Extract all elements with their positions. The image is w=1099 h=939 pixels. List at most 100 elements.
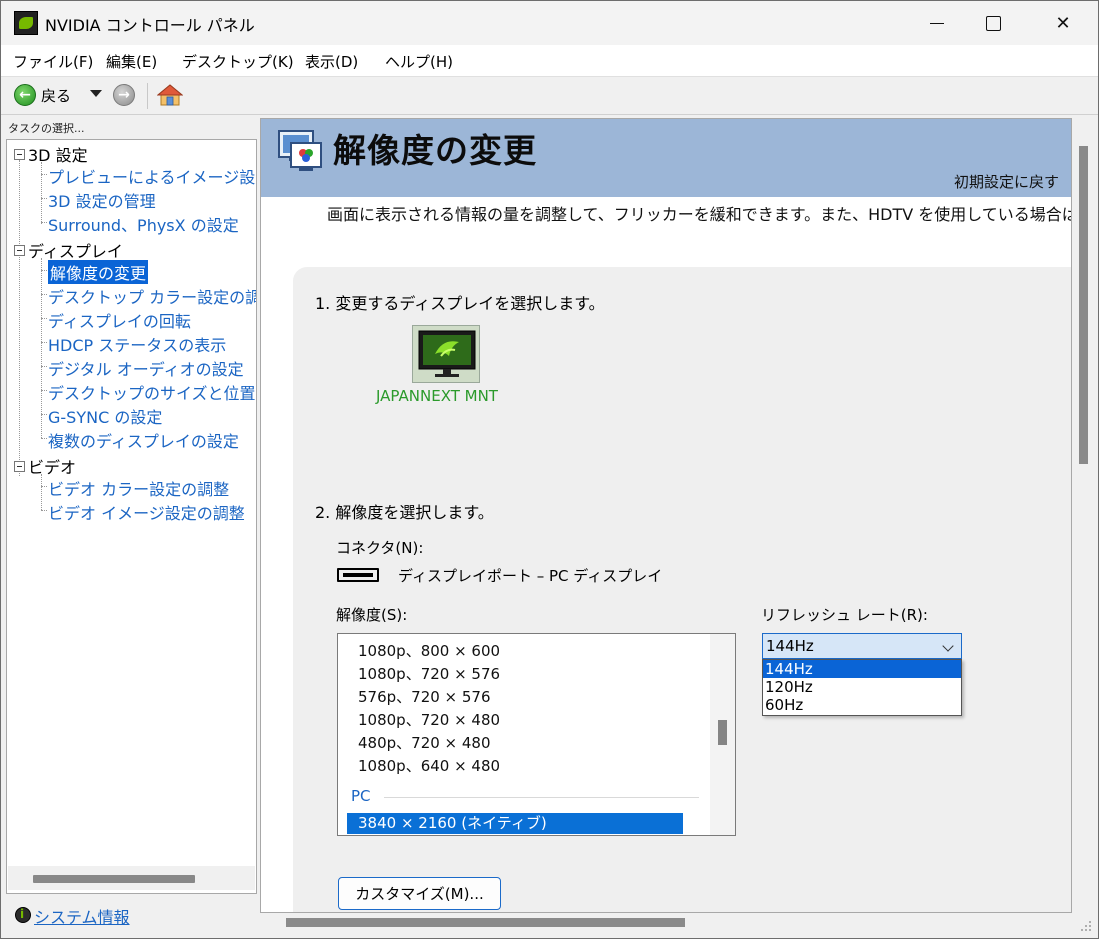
resolution-listbox[interactable]: 1080p、800 × 600 1080p、720 × 576 576p、720… (337, 633, 736, 836)
display-settings-icon (278, 130, 322, 171)
tree-category-3d-settings[interactable]: 3D 設定 (14, 142, 88, 166)
tree-connector (41, 270, 47, 271)
tree-connector (41, 294, 47, 295)
resolution-option[interactable]: 1080p、640 × 480 (358, 755, 500, 776)
back-arrow-icon[interactable]: ← (14, 84, 36, 106)
tree-item-rotate-display[interactable]: ディスプレイの回転 (48, 308, 191, 332)
tree-item-desktop-color[interactable]: デスクトップ カラー設定の調整 (48, 284, 256, 308)
tree-category-label: ディスプレイ (28, 242, 123, 261)
scrollbar-thumb[interactable] (718, 720, 727, 745)
collapse-icon[interactable] (14, 461, 25, 472)
close-button[interactable]: ✕ (1039, 1, 1087, 45)
tree-category-label: 3D 設定 (28, 146, 88, 165)
tree-item-video-image[interactable]: ビデオ イメージ設定の調整 (48, 500, 245, 524)
tree-category-label: ビデオ (28, 458, 77, 477)
customize-button[interactable]: カスタマイズ(M)... (338, 877, 501, 910)
tree-connector (41, 198, 47, 199)
tree-item-digital-audio[interactable]: デジタル オーディオの設定 (48, 356, 244, 380)
tree-connector (41, 174, 47, 175)
step1-heading: 1. 変更するディスプレイを選択します。 (315, 294, 605, 313)
resolution-list-scrollbar[interactable] (710, 634, 735, 835)
tree-item-desktop-size[interactable]: デスクトップのサイズと位置の調 (48, 380, 256, 404)
connector-value: ディスプレイポート – PC ディスプレイ (398, 567, 663, 585)
nvidia-logo-icon (14, 11, 38, 35)
chevron-down-icon (942, 640, 954, 652)
scrollbar-thumb[interactable] (1079, 146, 1088, 464)
system-info-link[interactable]: システム情報 (34, 904, 130, 928)
forward-arrow-icon[interactable]: → (113, 84, 135, 106)
refresh-option-144[interactable]: 144Hz (763, 660, 961, 678)
display-tile[interactable] (412, 325, 480, 383)
collapse-icon[interactable] (14, 149, 25, 160)
page-header: 解像度の変更 初期設定に戻す (261, 119, 1071, 197)
tree-connector (41, 474, 42, 510)
task-select-caption: タスクの選択... (8, 122, 85, 135)
group-divider (384, 797, 699, 798)
refresh-option-60[interactable]: 60Hz (763, 696, 961, 714)
resolution-option[interactable]: 576p、720 × 576 (358, 686, 491, 707)
refresh-rate-dropdown-list: 144Hz 120Hz 60Hz (762, 659, 962, 716)
tree-item-gsync[interactable]: G-SYNC の設定 (48, 404, 162, 428)
tree-item-manage-3d[interactable]: 3D 設定の管理 (48, 188, 156, 212)
scrollbar-thumb[interactable] (286, 918, 685, 927)
content-horizontal-scrollbar[interactable] (260, 913, 1073, 935)
collapse-icon[interactable] (14, 245, 25, 256)
tree-item-image-preview[interactable]: プレビューによるイメージ設定の (48, 164, 256, 188)
display-name-label[interactable]: JAPANNEXT MNT (376, 387, 498, 405)
minimize-button[interactable] (913, 1, 961, 45)
tree-connector (41, 162, 42, 224)
menu-file[interactable]: ファイル(F) (13, 51, 93, 72)
tree-item-hdcp-status[interactable]: HDCP ステータスの表示 (48, 332, 226, 356)
restore-defaults-link[interactable]: 初期設定に戻す (954, 171, 1059, 192)
system-info-icon[interactable] (15, 907, 31, 923)
tree-connector (41, 510, 47, 511)
resolution-group-pc: PC (351, 787, 371, 805)
tree-connector (41, 258, 42, 438)
home-icon[interactable] (157, 83, 183, 107)
task-tree-horizontal-scrollbar[interactable] (8, 866, 255, 890)
tree-connector (41, 342, 47, 343)
maximize-button[interactable] (969, 1, 1017, 45)
step2-heading: 2. 解像度を選択します。 (315, 503, 494, 522)
back-button-label[interactable]: 戻る (41, 85, 71, 106)
resolution-option-selected[interactable]: 3840 × 2160 (ネイティブ) (347, 813, 683, 834)
refresh-option-120[interactable]: 120Hz (763, 678, 961, 696)
resolution-option[interactable]: 1080p、800 × 600 (358, 640, 500, 661)
menu-edit[interactable]: 編集(E) (106, 51, 157, 72)
tree-category-video[interactable]: ビデオ (14, 454, 76, 478)
resize-grip-icon[interactable] (1079, 919, 1093, 933)
menu-desktop[interactable]: デスクトップ(K) (182, 51, 294, 72)
tree-item-multiple-displays[interactable]: 複数のディスプレイの設定 (48, 428, 239, 452)
tree-connector (19, 160, 20, 476)
menu-help[interactable]: ヘルプ(H) (385, 51, 453, 72)
resolution-option[interactable]: 1080p、720 × 576 (358, 663, 500, 684)
menu-bar: ファイル(F) 編集(E) デスクトップ(K) 表示(D) ヘルプ(H) (1, 45, 1098, 77)
page-description: 画面に表示される情報の量を調整して、フリッカーを緩和できます。また、HDTV を… (327, 205, 1072, 224)
tree-connector (41, 318, 47, 319)
content-pane: 解像度の変更 初期設定に戻す 画面に表示される情報の量を調整して、フリッカーを緩… (260, 118, 1072, 913)
resolution-option[interactable]: 480p、720 × 480 (358, 732, 491, 753)
nvidia-control-panel-window: NVIDIA コントロール パネル ✕ ファイル(F) 編集(E) デスクトップ… (0, 0, 1099, 939)
scrollbar-thumb[interactable] (33, 875, 195, 883)
page-title: 解像度の変更 (333, 131, 537, 170)
refresh-rate-label: リフレッシュ レート(R): (761, 606, 928, 624)
tree-connector (41, 414, 47, 415)
resolution-label: 解像度(S): (336, 606, 408, 624)
back-history-dropdown-icon[interactable] (90, 90, 102, 97)
connector-label: コネクタ(N): (336, 539, 424, 557)
tree-connector (41, 486, 47, 487)
tree-connector (41, 366, 47, 367)
tree-connector (41, 222, 47, 223)
content-vertical-scrollbar[interactable] (1073, 118, 1097, 913)
tree-category-display[interactable]: ディスプレイ (14, 238, 123, 262)
tree-connector (41, 438, 47, 439)
tree-item-change-resolution[interactable]: 解像度の変更 (48, 260, 149, 284)
title-bar: NVIDIA コントロール パネル ✕ (1, 1, 1098, 45)
tree-item-surround-physx[interactable]: Surround、PhysX の設定 (48, 212, 239, 236)
resolution-option[interactable]: 1080p、720 × 480 (358, 709, 500, 730)
menu-view[interactable]: 表示(D) (305, 51, 358, 72)
refresh-rate-select[interactable]: 144Hz (762, 633, 962, 659)
displayport-icon (337, 568, 379, 582)
tree-item-video-color[interactable]: ビデオ カラー設定の調整 (48, 476, 229, 500)
monitor-icon (418, 330, 476, 377)
